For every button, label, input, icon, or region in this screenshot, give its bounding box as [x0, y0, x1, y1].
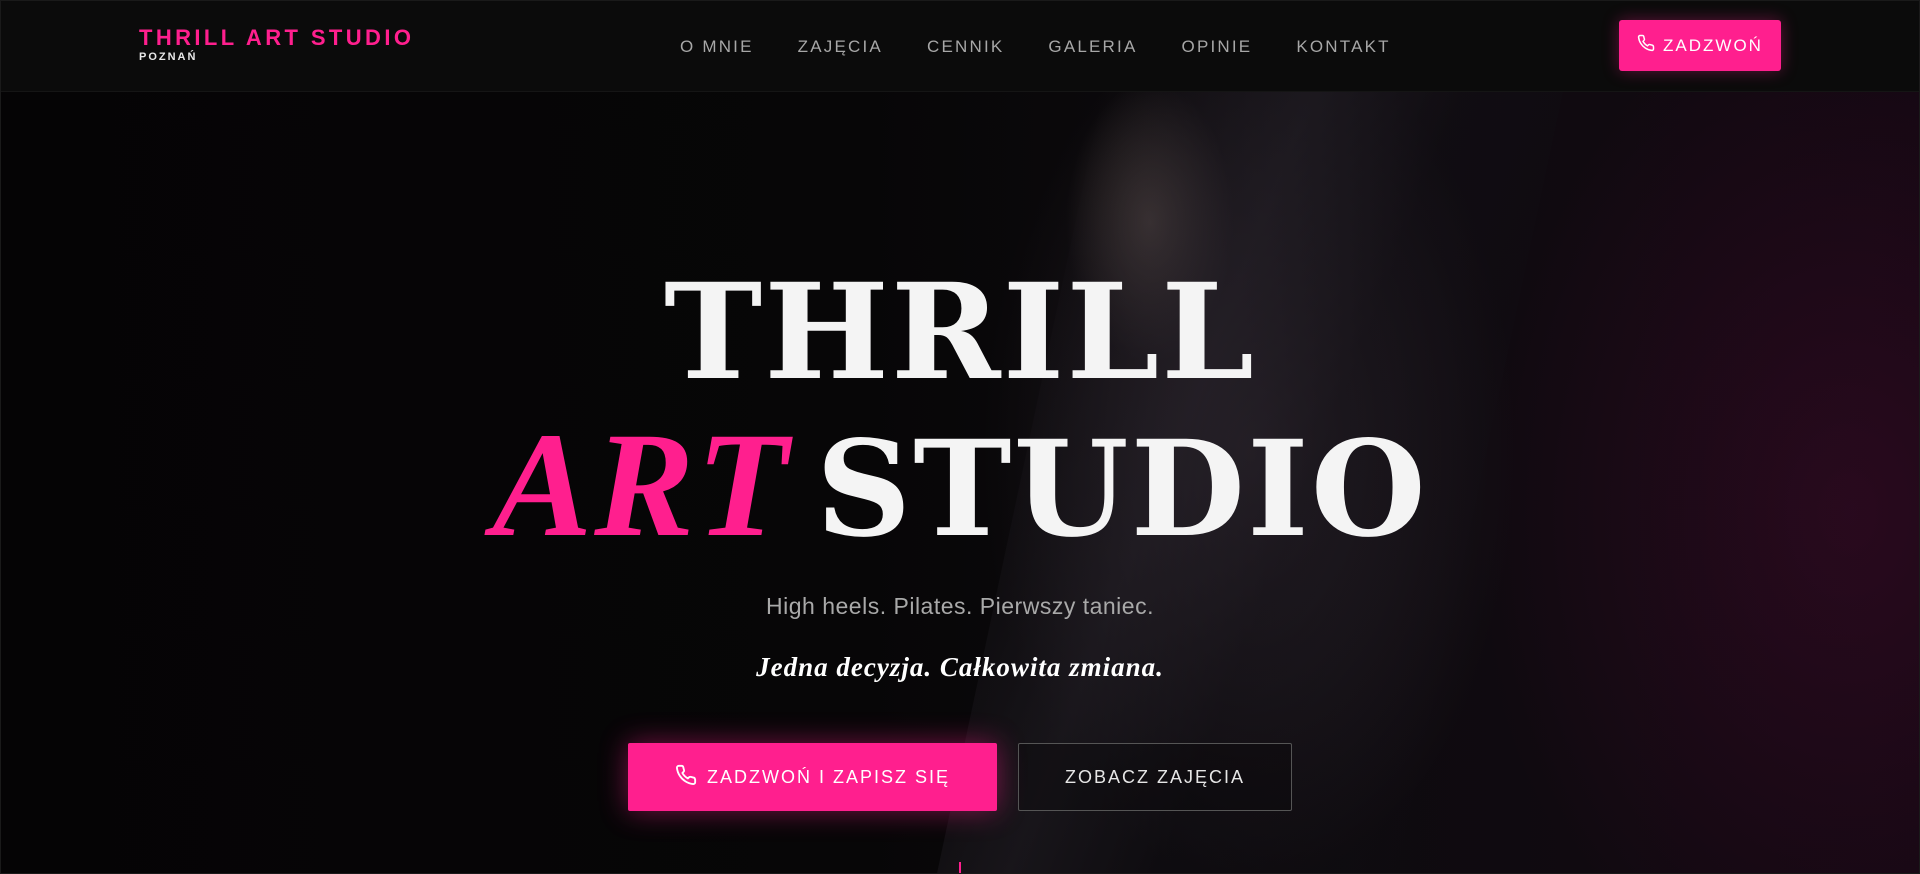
nav-item-zajecia[interactable]: ZAJĘCIA: [798, 37, 883, 59]
main-nav: O MNIE ZAJĘCIA CENNIK GALERIA OPINIE KON…: [680, 37, 1435, 59]
header-call-button-label: ZADZWOŃ: [1663, 35, 1763, 55]
call-and-signup-label: ZADZWOŃ I ZAPISZ SIĘ: [706, 766, 950, 787]
scroll-indicator[interactable]: [959, 862, 961, 874]
phone-icon: [675, 764, 697, 791]
nav-item-o-mnie[interactable]: O MNIE: [680, 37, 754, 59]
hero-title-line1: THRILL: [663, 255, 1256, 410]
see-classes-button[interactable]: ZOBACZ ZAJĘCIA: [1018, 743, 1292, 811]
hero-subtitle: High heels. Pilates. Pierwszy taniec.: [766, 593, 1154, 619]
nav-item-cennik[interactable]: CENNIK: [927, 37, 1004, 59]
nav-item-kontakt[interactable]: KONTAKT: [1296, 37, 1390, 59]
hero-title-line2: ART STUDIO: [0, 410, 1920, 565]
logo-subtitle: POZNAŃ: [139, 51, 198, 63]
hero-title-studio: STUDIO: [815, 412, 1428, 567]
logo-title[interactable]: THRILL ART STUDIO: [139, 25, 414, 51]
nav-item-galeria[interactable]: GALERIA: [1048, 37, 1137, 59]
hero-title-art: ART: [492, 402, 790, 568]
site-header: THRILL ART STUDIO POZNAŃ O MNIE ZAJĘCIA …: [0, 0, 1920, 92]
header-call-button[interactable]: ZADZWOŃ: [1619, 20, 1781, 71]
nav-item-opinie[interactable]: OPINIE: [1182, 37, 1253, 59]
page: THRILL ART STUDIO POZNAŃ O MNIE ZAJĘCIA …: [0, 0, 1920, 874]
phone-icon: [1637, 34, 1655, 57]
hero-tagline: Jedna decyzja. Całkowita zmiana.: [756, 652, 1164, 682]
call-and-signup-button[interactable]: ZADZWOŃ I ZAPISZ SIĘ: [628, 743, 997, 811]
